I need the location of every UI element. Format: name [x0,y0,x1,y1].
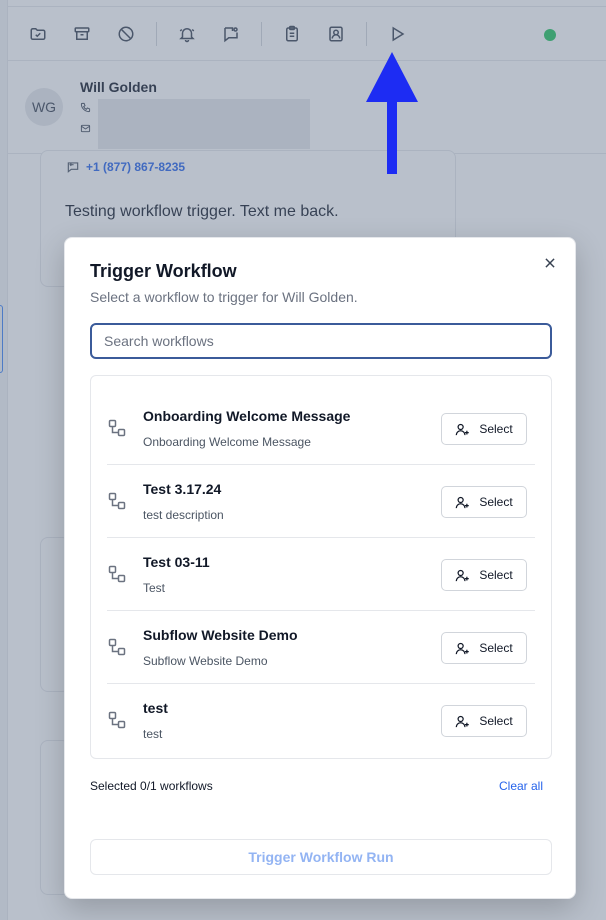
workflow-icon [108,711,126,729]
select-label: Select [479,495,513,509]
workflow-name: Test 3.17.24 [143,481,222,497]
select-label: Select [479,641,513,655]
workflow-description: test [143,727,163,741]
clear-all-link[interactable]: Clear all [499,779,543,793]
workflow-description: Onboarding Welcome Message [143,435,311,449]
select-workflow-button[interactable]: Select [441,705,527,737]
workflow-icon [108,638,126,656]
trigger-workflow-modal: Trigger Workflow Select a workflow to tr… [64,237,576,899]
workflow-name: Test 03-11 [143,554,210,570]
select-label: Select [479,714,513,728]
search-workflows-input[interactable] [90,323,552,359]
workflow-icon [108,492,126,510]
workflow-name: test [143,700,168,716]
workflow-name: Onboarding Welcome Message [143,408,351,424]
workflow-description: Test [143,581,166,595]
user-plus-icon [455,715,470,727]
user-plus-icon [455,423,470,435]
workflow-icon [108,565,126,583]
workflow-item: Test 03-11 Test Select [107,538,535,611]
modal-title: Trigger Workflow [90,261,237,281]
trigger-workflow-run-button[interactable]: Trigger Workflow Run [90,839,552,875]
close-icon[interactable] [541,254,559,272]
workflow-item: Subflow Website Demo Subflow Website Dem… [107,611,535,684]
workflow-icon [108,419,126,437]
select-workflow-button[interactable]: Select [441,632,527,664]
workflow-description: Subflow Website Demo [143,654,268,668]
workflow-item: Test 3.17.24 test description Select [107,465,535,538]
selected-count: Selected 0/1 workflows [90,779,213,793]
workflow-item: test test Select [107,684,535,757]
select-workflow-button[interactable]: Select [441,559,527,591]
workflow-name: Subflow Website Demo [143,627,298,643]
modal-subtitle: Select a workflow to trigger for Will Go… [90,289,358,305]
workflow-description: test description [143,508,224,522]
select-label: Select [479,568,513,582]
workflow-list: Onboarding Welcome Message Onboarding We… [90,375,552,759]
user-plus-icon [455,569,470,581]
user-plus-icon [455,642,470,654]
annotation-arrow-up-icon [366,52,418,174]
select-label: Select [479,422,513,436]
select-workflow-button[interactable]: Select [441,486,527,518]
workflow-item: Onboarding Welcome Message Onboarding We… [107,392,535,465]
user-plus-icon [455,496,470,508]
select-workflow-button[interactable]: Select [441,413,527,445]
